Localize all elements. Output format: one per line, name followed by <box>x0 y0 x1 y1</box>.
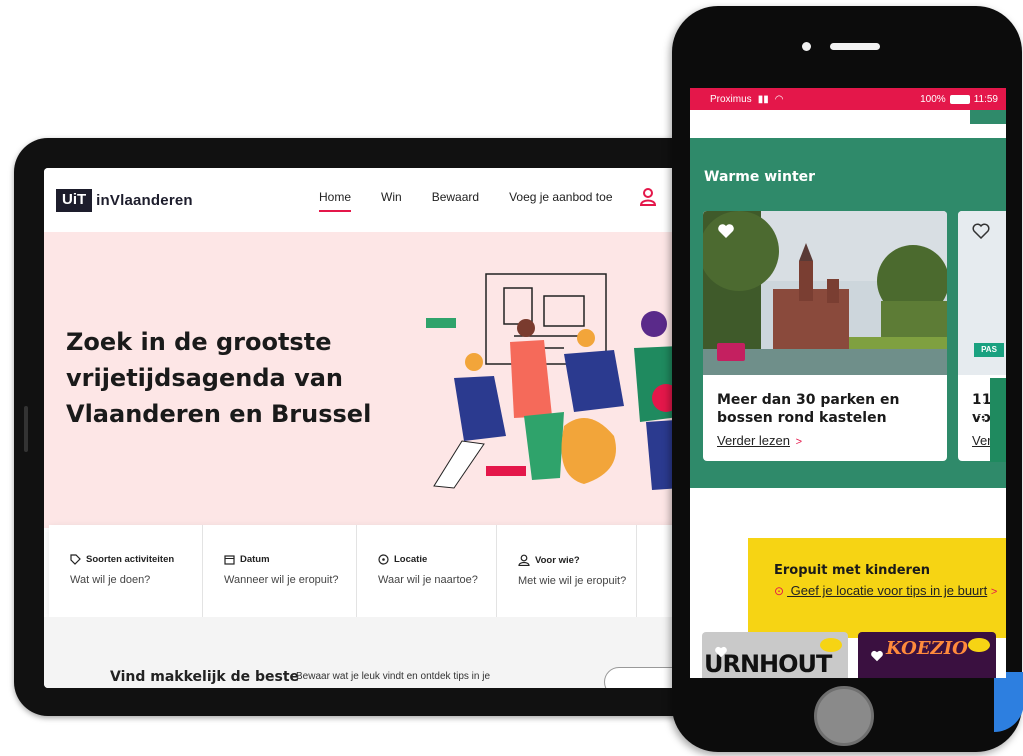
castle-photo <box>703 211 947 375</box>
search-activity[interactable]: Soorten activiteiten Wat wil je doen? <box>49 525 203 617</box>
uit-badge <box>717 343 745 361</box>
carrier-label: Proximus <box>710 93 752 105</box>
battery-icon <box>949 94 970 104</box>
calendar-icon <box>224 555 235 565</box>
promo-section: Vind makkelijk de beste Bewaar wat je le… <box>44 617 714 688</box>
chevron-right-icon: > <box>795 436 803 448</box>
battery-label: 100% <box>920 93 946 105</box>
search-date[interactable]: Datum Wanneer wil je eropuit? <box>203 525 357 617</box>
heart-icon[interactable] <box>717 223 735 239</box>
nav-bewaard[interactable]: Bewaard <box>432 190 479 212</box>
feedback-tab[interactable]: Feedback <box>977 378 1006 462</box>
read-more-label: Ver <box>972 433 992 448</box>
heart-icon[interactable] <box>870 650 884 662</box>
section-title: Warme winter <box>704 169 816 185</box>
nav-win[interactable]: Win <box>381 190 402 212</box>
search-date-label: Datum <box>240 554 270 565</box>
kids-title: Eropuit met kinderen <box>774 563 931 578</box>
nav-home[interactable]: Home <box>319 190 352 212</box>
search-who-label: Voor wie? <box>535 554 580 566</box>
search-activity-sub: Wat wil je doen? <box>70 574 151 586</box>
promo-title: Vind makkelijk de beste <box>110 669 300 685</box>
wifi-icon: ◠ <box>774 93 784 105</box>
search-bar: Soorten activiteiten Wat wil je doen? Da… <box>49 525 714 617</box>
pas-badge: PAS <box>974 343 1004 357</box>
hero-section: Zoek in de grootste vrijetijdsagenda van… <box>44 232 714 528</box>
heart-outline-icon[interactable] <box>972 223 990 239</box>
search-date-sub: Wanneer wil je eropuit? <box>224 574 339 586</box>
kids-section: Eropuit met kinderen ⊙ Geef je locatie v… <box>748 538 1006 638</box>
location-tips-link[interactable]: ⊙ Geef je locatie voor tips in je buurt … <box>774 584 998 599</box>
logo-text: inVlaanderen <box>96 192 193 209</box>
chevron-right-icon: > <box>990 586 998 598</box>
site-header: UiT inVlaanderen Home Win Bewaard Voeg j… <box>44 168 714 232</box>
signal-icon: ▮▮ <box>757 93 769 105</box>
clock: 11:59 <box>973 93 998 105</box>
phone-device: Proximus ▮▮ ◠ 100% 11:59 Warme winter Me… <box>672 6 1023 752</box>
event-card-thumb[interactable]: KOEZIO <box>858 632 996 678</box>
people-illustration <box>426 273 686 490</box>
user-icon <box>518 554 530 566</box>
search-who[interactable]: Voor wie? Met wie wil je eropuit? <box>497 525 637 617</box>
read-more-label: Verder lezen <box>717 433 790 448</box>
card-title: Meer dan 30 parken en bossen rond kastel… <box>717 392 900 426</box>
tablet-side-button <box>24 406 28 452</box>
speaker-grille <box>830 43 880 50</box>
phone-screen: Proximus ▮▮ ◠ 100% 11:59 Warme winter Me… <box>690 88 1006 678</box>
nav-voeg-aanbod[interactable]: Voeg je aanbod toe <box>509 190 612 212</box>
event-card-thumb[interactable]: URNHOUT <box>702 632 848 678</box>
article-card[interactable]: Meer dan 30 parken en bossen rond kastel… <box>703 211 947 461</box>
feedback-label: Feedback <box>976 395 987 435</box>
uit-logo[interactable]: UiT inVlaanderen <box>56 189 193 212</box>
warme-winter-section: Warme winter Meer dan 30 parken en bosse… <box>690 138 1006 488</box>
kids-mask-icon <box>820 638 842 652</box>
heart-icon[interactable] <box>714 646 728 658</box>
camera-icon <box>802 42 811 51</box>
search-location-sub: Waar wil je naartoe? <box>378 574 478 586</box>
tag-icon <box>70 554 81 565</box>
promo-text: Bewaar wat je leuk vindt en ontdek tips … <box>296 671 490 682</box>
status-bar: Proximus ▮▮ ◠ 100% 11:59 <box>690 88 1006 110</box>
tablet-screen: UiT inVlaanderen Home Win Bewaard Voeg j… <box>44 168 714 688</box>
user-icon[interactable] <box>640 188 656 206</box>
top-strip <box>970 110 1006 124</box>
kids-mask-icon <box>968 638 990 652</box>
read-more-link[interactable]: Verder lezen > <box>717 433 933 448</box>
search-activity-label: Soorten activiteiten <box>86 554 175 565</box>
event-title: KOEZIO <box>886 638 968 659</box>
search-who-sub: Met wie wil je eropuit? <box>518 575 627 587</box>
tablet-device: UiT inVlaanderen Home Win Bewaard Voeg j… <box>14 138 734 716</box>
search-location-label: Locatie <box>394 554 428 565</box>
location-pin-icon: ⊙ <box>774 584 785 598</box>
logo-box: UiT <box>56 189 93 212</box>
phone-accent <box>994 672 1023 732</box>
location-pin-icon <box>378 554 389 565</box>
main-nav: Home Win Bewaard Voeg je aanbod toe <box>319 190 613 212</box>
search-location[interactable]: Locatie Waar wil je naartoe? <box>357 525 497 617</box>
home-button[interactable] <box>814 686 874 746</box>
location-tips-label: Geef je locatie voor tips in je buurt <box>787 583 988 598</box>
map-photo: PAS <box>958 211 1006 375</box>
hero-title: Zoek in de grootste vrijetijdsagenda van… <box>66 328 372 428</box>
